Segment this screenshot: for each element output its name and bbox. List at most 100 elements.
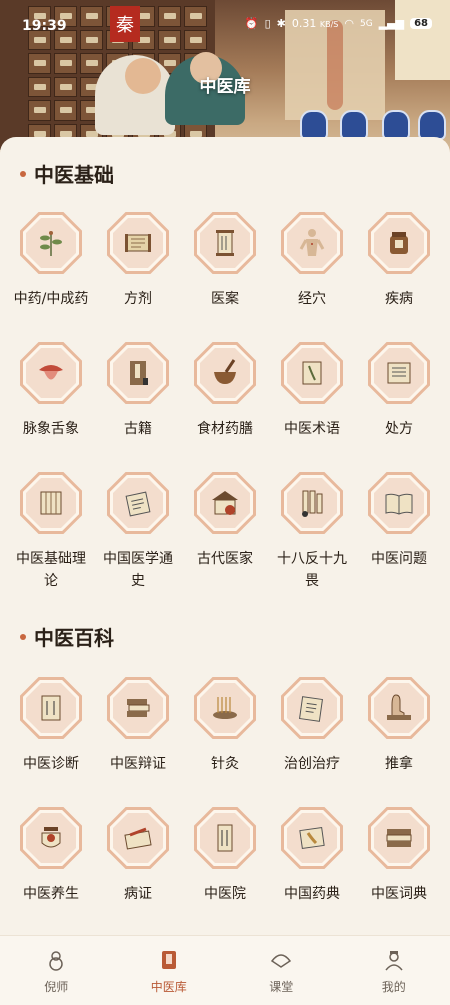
bamboo-book-icon: [26, 478, 76, 528]
category-tile[interactable]: 方剂: [97, 212, 179, 342]
category-tile[interactable]: 中国医学通史: [97, 472, 179, 602]
section-dot: [20, 170, 26, 177]
category-tile[interactable]: 中医词典: [358, 807, 440, 937]
category-tile[interactable]: 疾病: [358, 212, 440, 342]
section-title-text: 中医百科: [34, 626, 114, 650]
category-tile[interactable]: 处方: [358, 342, 440, 472]
tile-frame-inner: [284, 345, 340, 401]
tile-frame: [281, 677, 343, 739]
tile-frame: [107, 212, 169, 274]
open-book-icon: [374, 478, 424, 528]
category-tile[interactable]: 十八反十九畏: [271, 472, 353, 602]
category-tile[interactable]: 医案: [184, 212, 266, 342]
nav-item[interactable]: 我的: [338, 936, 450, 1005]
calligraphy-scroll-illustration: [395, 0, 450, 80]
medicine-jar-icon: [374, 218, 424, 268]
category-tile[interactable]: 中国药典: [271, 807, 353, 937]
category-tile[interactable]: 中药/中成药: [10, 212, 92, 342]
incense-burner-icon: [26, 813, 76, 863]
tile-frame: [107, 342, 169, 404]
tile-frame: [194, 677, 256, 739]
basics-grid: 中药/中成药 方剂 医案 经穴 疾病脉象舌象 古籍 食材药膳 中医术语 处方中医基础理论 中国医学…: [10, 212, 440, 602]
category-label: 古代医家: [197, 551, 253, 567]
tile-frame: [194, 212, 256, 274]
tile-frame-inner: [110, 345, 166, 401]
acupoint-figure-icon: [287, 218, 337, 268]
category-label: 推拿: [385, 756, 413, 772]
page-title: 中医库: [199, 77, 251, 97]
tile-frame: [20, 677, 82, 739]
pharmacopoeia-book-icon: [287, 813, 337, 863]
category-tile[interactable]: 推拿: [358, 677, 440, 807]
nav-label: 我的: [381, 980, 406, 994]
herb-sprig-icon: [26, 218, 76, 268]
nav-item[interactable]: 倪师: [0, 936, 113, 1005]
status-indicators: ⏰ ▯ ✱ 0.31 KB/S ◠ 5G ▂▄▆ 68: [245, 17, 432, 30]
category-tile[interactable]: 食材药膳: [184, 342, 266, 472]
wifi-icon: ◠: [344, 17, 354, 30]
tile-frame-inner: [371, 475, 427, 531]
category-tile[interactable]: 病证: [97, 807, 179, 937]
porcelain-vases-illustration: [300, 100, 450, 140]
tile-frame: [368, 212, 430, 274]
tile-frame: [107, 807, 169, 869]
nav-label: 倪师: [44, 980, 69, 994]
tile-frame-inner: [284, 810, 340, 866]
tile-frame-inner: [110, 475, 166, 531]
tile-frame: [107, 472, 169, 534]
category-tile[interactable]: 中医院: [184, 807, 266, 937]
section-title-text: 中医基础: [34, 163, 114, 187]
tile-frame: [20, 807, 82, 869]
tile-frame: [20, 472, 82, 534]
hospital-plaque-icon: [200, 813, 250, 863]
nav-item[interactable]: 中医库: [113, 936, 226, 1005]
category-tile[interactable]: 中医问题: [358, 472, 440, 602]
category-label: 方剂: [124, 291, 152, 307]
category-tile[interactable]: 古籍: [97, 342, 179, 472]
history-book-icon: [113, 478, 163, 528]
category-tile[interactable]: 中医辩证: [97, 677, 179, 807]
category-tile[interactable]: 治创治疗: [271, 677, 353, 807]
category-label: 中医问题: [371, 551, 427, 567]
category-tile[interactable]: 中医养生: [10, 807, 92, 937]
tile-frame-inner: [371, 215, 427, 271]
section-dot: [20, 633, 26, 640]
nav-item[interactable]: 课堂: [225, 936, 338, 1005]
tile-frame-inner: [371, 680, 427, 736]
ancient-book-icon: [113, 348, 163, 398]
book-with-herb-icon: [287, 348, 337, 398]
net-speed-unit: KB/S: [319, 20, 339, 29]
alarm-icon: ⏰: [244, 17, 259, 30]
category-tile[interactable]: 脉象舌象: [10, 342, 92, 472]
category-label: 疾病: [385, 291, 413, 307]
battery-level: 68: [410, 18, 432, 29]
net-speed-value: 0.31: [291, 17, 317, 30]
tongue-icon: [26, 348, 76, 398]
category-label: 中医基础理论: [16, 551, 86, 589]
network-type: 5G: [359, 18, 373, 29]
category-tile[interactable]: 中医术语: [271, 342, 353, 472]
tile-frame: [107, 677, 169, 739]
bluetooth-icon: ✱: [276, 17, 286, 30]
tile-frame-inner: [197, 475, 253, 531]
tile-frame: [368, 472, 430, 534]
tile-frame: [194, 342, 256, 404]
category-tile[interactable]: 古代医家: [184, 472, 266, 602]
tile-frame: [281, 342, 343, 404]
treatment-book-icon: [287, 683, 337, 733]
tile-frame-inner: [197, 680, 253, 736]
category-tile[interactable]: 经穴: [271, 212, 353, 342]
stacked-books-icon: [113, 683, 163, 733]
tile-frame-inner: [23, 810, 79, 866]
category-label: 食材药膳: [197, 421, 253, 437]
category-tile[interactable]: 中医诊断: [10, 677, 92, 807]
fan-icon: [269, 948, 293, 972]
tile-frame-inner: [284, 215, 340, 271]
bottom-nav: 倪师 中医库 课堂 我的: [0, 935, 450, 1005]
category-tile[interactable]: 针灸: [184, 677, 266, 807]
category-label: 十八反十九畏: [277, 551, 347, 589]
tile-frame: [281, 212, 343, 274]
category-label: 中医院: [204, 886, 246, 902]
category-tile[interactable]: 中医基础理论: [10, 472, 92, 602]
acupuncture-needles-icon: [200, 683, 250, 733]
